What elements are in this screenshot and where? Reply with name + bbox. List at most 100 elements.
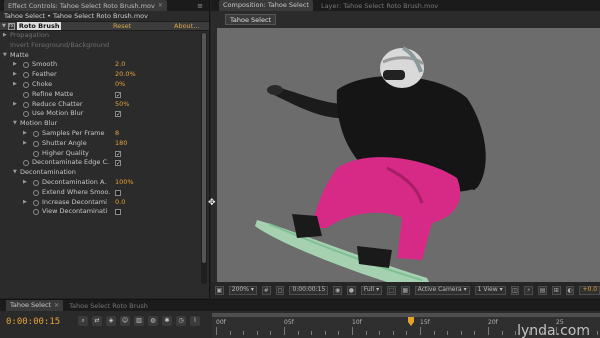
- effect-property-row[interactable]: View Decontaminati: [0, 207, 209, 217]
- expand-arrow-icon[interactable]: ▶: [23, 139, 27, 149]
- vertical-scrollbar[interactable]: [201, 32, 207, 284]
- comp-mini-flowchart-icon[interactable]: ⇄: [92, 316, 102, 326]
- timeline-current-time[interactable]: 0:00:00:15: [6, 317, 60, 327]
- toggle-pixel-aspect-icon[interactable]: ◫: [510, 285, 520, 295]
- property-value[interactable]: 50%: [115, 100, 129, 110]
- time-ruler[interactable]: lynda.com 00f 05f 10f 15f 20f 25: [212, 313, 600, 338]
- fast-previews-icon[interactable]: ⚡: [524, 285, 534, 295]
- effect-property-row[interactable]: ▶ Reduce Chatter 50%: [0, 100, 209, 110]
- stopwatch-icon[interactable]: [23, 160, 29, 167]
- mask-visibility-icon[interactable]: ◻: [275, 285, 285, 295]
- reset-exposure-icon[interactable]: ◐: [565, 285, 575, 295]
- about-button[interactable]: About...: [174, 22, 199, 30]
- property-checkbox[interactable]: [115, 209, 121, 216]
- stopwatch-icon[interactable]: [33, 140, 39, 147]
- camera-dropdown[interactable]: Active Camera ▾: [414, 285, 470, 295]
- grid-icon[interactable]: #: [261, 285, 271, 295]
- effect-property-row[interactable]: Invert Foreground/Background: [0, 41, 209, 51]
- playhead-icon[interactable]: [408, 317, 414, 326]
- effect-property-row[interactable]: ▼ Motion Blur: [0, 119, 209, 129]
- always-preview-icon[interactable]: ▣: [215, 285, 224, 295]
- effect-property-row[interactable]: Extend Where Smoo.: [0, 188, 209, 198]
- frame-blending-icon[interactable]: ▥: [134, 316, 144, 326]
- stopwatch-icon[interactable]: [33, 130, 39, 137]
- tab-composition[interactable]: Composition: Tahoe Select: [219, 0, 313, 11]
- property-checkbox[interactable]: [115, 189, 121, 196]
- effect-property-row[interactable]: ▶ Shutter Angle 180: [0, 139, 209, 149]
- tab-layer[interactable]: Layer: Tahoe Select Roto Brush.mov: [321, 2, 438, 10]
- tab-timeline-roto-brush[interactable]: Tahoe Select Roto Brush: [69, 302, 148, 310]
- zoom-dropdown[interactable]: 200% ▾: [228, 285, 257, 295]
- flowchart-icon[interactable]: ⊞: [551, 285, 561, 295]
- effect-property-row[interactable]: ▶ Decontamination A. 100%: [0, 178, 209, 188]
- reset-button[interactable]: Reset: [113, 22, 131, 30]
- search-icon[interactable]: ⌕: [78, 316, 88, 326]
- effect-property-row[interactable]: ▶ Smooth 2.0: [0, 60, 209, 70]
- property-value[interactable]: 0%: [115, 80, 125, 90]
- scrollbar-thumb[interactable]: [202, 33, 206, 263]
- effect-controls-tab[interactable]: Effect Controls: Tahoe Select Roto Brush…: [4, 0, 167, 11]
- stopwatch-icon[interactable]: [33, 179, 39, 186]
- property-checkbox[interactable]: ✓: [115, 150, 121, 157]
- close-icon[interactable]: ✕: [158, 2, 163, 9]
- stopwatch-icon[interactable]: [33, 189, 39, 196]
- property-value[interactable]: 0.0: [115, 198, 125, 208]
- effect-property-row[interactable]: Refine Matte ✓: [0, 90, 209, 100]
- effect-property-row[interactable]: Higher Quality ✓: [0, 149, 209, 159]
- transparency-grid-icon[interactable]: ▦: [400, 285, 410, 295]
- draft-3d-icon[interactable]: ◈: [106, 316, 116, 326]
- view-layout-dropdown[interactable]: 1 View ▾: [474, 285, 506, 295]
- property-checkbox[interactable]: ✓: [115, 91, 121, 98]
- stopwatch-icon[interactable]: [23, 81, 29, 88]
- motion-blur-icon[interactable]: ◍: [148, 316, 158, 326]
- stopwatch-icon[interactable]: [23, 62, 29, 69]
- collapse-arrow-icon[interactable]: ▼: [13, 119, 17, 129]
- effect-property-row[interactable]: Decontaminate Edge C. ✓: [0, 158, 209, 168]
- composition-viewer[interactable]: [217, 28, 600, 282]
- tab-timeline-tahoe-select[interactable]: Tahoe Select ✕: [6, 300, 64, 311]
- expand-arrow-icon[interactable]: ▶: [23, 178, 27, 188]
- expand-arrow-icon[interactable]: ▶: [3, 31, 7, 41]
- exposure-value[interactable]: +0.0: [579, 285, 600, 295]
- collapse-arrow-icon[interactable]: ▼: [3, 51, 7, 61]
- current-time-display[interactable]: 0:00:00:15: [289, 285, 329, 295]
- effect-property-row[interactable]: ▶ Choke 0%: [0, 80, 209, 90]
- close-icon[interactable]: ✕: [54, 300, 59, 311]
- effect-property-row[interactable]: ▶ Feather 20.0%: [0, 70, 209, 80]
- work-area-bar[interactable]: [212, 313, 600, 317]
- auto-keyframe-icon[interactable]: ◷: [176, 316, 186, 326]
- stopwatch-icon[interactable]: [23, 72, 29, 79]
- effect-header-roto-brush[interactable]: ▼ fx Roto Brush Reset About...: [0, 21, 209, 31]
- property-value[interactable]: 8: [115, 129, 119, 139]
- property-value[interactable]: 180: [115, 139, 127, 149]
- stopwatch-icon[interactable]: [33, 199, 39, 206]
- expand-arrow-icon[interactable]: ▶: [13, 80, 17, 90]
- effect-property-row[interactable]: ▶ Samples Per Frame 8: [0, 129, 209, 139]
- expand-arrow-icon[interactable]: ▶: [13, 70, 17, 80]
- camera-snapshot-icon[interactable]: ◉: [333, 285, 343, 295]
- effect-property-row[interactable]: ▼ Decontamination: [0, 168, 209, 178]
- collapse-arrow-icon[interactable]: ▼: [2, 23, 6, 29]
- property-value[interactable]: 100%: [115, 178, 134, 188]
- stopwatch-icon[interactable]: [33, 150, 39, 157]
- property-checkbox[interactable]: ✓: [115, 160, 121, 167]
- hide-shy-layers-icon[interactable]: ☺: [120, 316, 130, 326]
- expand-arrow-icon[interactable]: ▶: [23, 129, 27, 139]
- composition-breadcrumb[interactable]: Tahoe Select: [225, 14, 277, 25]
- stopwatch-icon[interactable]: [23, 111, 29, 118]
- graph-editor-icon[interactable]: ⌇: [190, 316, 200, 326]
- fx-toggle-icon[interactable]: fx: [7, 22, 15, 30]
- stopwatch-icon[interactable]: [33, 209, 39, 216]
- property-value[interactable]: 20.0%: [115, 70, 136, 80]
- timeline-icon[interactable]: ▤: [538, 285, 547, 295]
- region-of-interest-icon[interactable]: ⬚: [387, 285, 396, 295]
- effect-property-row[interactable]: ▼ Matte: [0, 51, 209, 61]
- stopwatch-icon[interactable]: [23, 101, 29, 108]
- resolution-dropdown[interactable]: Full ▾: [360, 285, 383, 295]
- effect-property-row[interactable]: ▶ Propagation: [0, 31, 209, 41]
- effect-property-row[interactable]: ▶ Increase Decontami 0.0: [0, 198, 209, 208]
- property-checkbox[interactable]: ✓: [115, 111, 121, 118]
- effect-property-row[interactable]: Use Motion Blur ✓: [0, 109, 209, 119]
- show-channel-icon[interactable]: ●: [347, 285, 356, 295]
- expand-arrow-icon[interactable]: ▶: [23, 198, 27, 208]
